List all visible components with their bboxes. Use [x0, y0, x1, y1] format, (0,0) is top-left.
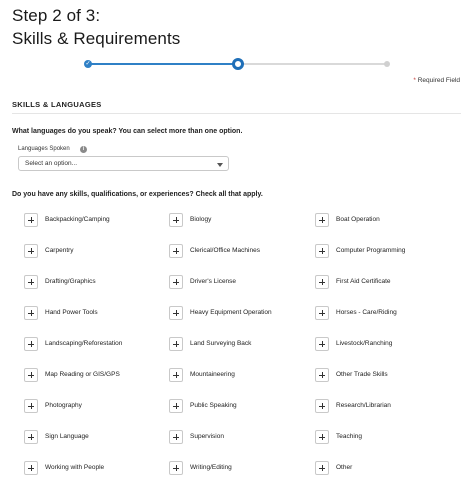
plus-icon[interactable] [315, 368, 329, 382]
plus-icon[interactable] [169, 275, 183, 289]
skill-option-label: Teaching [336, 433, 363, 440]
plus-icon[interactable] [169, 399, 183, 413]
plus-icon[interactable] [315, 430, 329, 444]
skill-option-label: Computer Programming [336, 247, 406, 254]
required-field-note: * Required Field [413, 77, 460, 84]
page-title: Step 2 of 3: Skills & Requirements [12, 4, 180, 50]
skill-option-label: Mountaineering [190, 371, 235, 378]
skill-option-label: Working with People [45, 464, 105, 471]
languages-select-placeholder: Select an option... [25, 160, 78, 167]
check-icon: ✓ [85, 61, 91, 67]
plus-icon[interactable] [169, 244, 183, 258]
step-indicator-text: Step 2 of 3: [12, 6, 101, 25]
skill-option-label: First Aid Certificate [336, 278, 391, 285]
plus-icon[interactable] [24, 368, 38, 382]
plus-icon[interactable] [24, 244, 38, 258]
skill-option-label: Land Surveying Back [190, 340, 252, 347]
skill-option-label: Photography [45, 402, 82, 409]
step-1-complete: ✓ [84, 60, 92, 68]
plus-icon[interactable] [315, 213, 329, 227]
plus-icon[interactable] [169, 213, 183, 227]
page-heading: Skills & Requirements [12, 29, 181, 48]
skill-option-label: Backpacking/Camping [45, 216, 110, 223]
plus-icon[interactable] [315, 461, 329, 475]
skill-option-label: Sign Language [45, 433, 89, 440]
plus-icon[interactable] [24, 306, 38, 320]
plus-icon[interactable] [24, 399, 38, 413]
skill-option-label: Public Speaking [190, 402, 237, 409]
skill-option-label: Heavy Equipment Operation [190, 309, 272, 316]
plus-icon[interactable] [315, 244, 329, 258]
skill-option-label: Writing/Editing [190, 464, 232, 471]
skill-option-label: Map Reading or GIS/GPS [45, 371, 120, 378]
skills-question: Do you have any skills, qualifications, … [12, 191, 263, 198]
plus-icon[interactable] [24, 430, 38, 444]
skill-option-label: Driver's License [190, 278, 237, 285]
plus-icon[interactable] [169, 306, 183, 320]
step-2-current [232, 58, 244, 70]
languages-label: Languages Spoken [18, 146, 70, 152]
plus-icon[interactable] [24, 213, 38, 227]
skill-option-label: Carpentry [45, 247, 74, 254]
plus-icon[interactable] [169, 430, 183, 444]
plus-icon[interactable] [315, 337, 329, 351]
plus-icon[interactable] [315, 306, 329, 320]
plus-icon[interactable] [169, 461, 183, 475]
languages-question: What languages do you speak? You can sel… [12, 128, 243, 135]
chevron-down-icon [217, 163, 223, 167]
skill-option-label: Hand Power Tools [45, 309, 98, 316]
plus-icon[interactable] [24, 275, 38, 289]
info-icon[interactable]: i [80, 146, 87, 153]
skill-option-label: Livestock/Ranching [336, 340, 393, 347]
skill-option-label: Landscaping/Reforestation [45, 340, 123, 347]
skill-option-label: Boat Operation [336, 216, 380, 223]
skill-option-label: Research/Librarian [336, 402, 391, 409]
plus-icon[interactable] [24, 461, 38, 475]
required-field-text: Required Field [417, 77, 460, 84]
skill-option-label: Other [336, 464, 353, 471]
plus-icon[interactable] [315, 275, 329, 289]
skill-option-label: Drafting/Graphics [45, 278, 96, 285]
plus-icon[interactable] [169, 368, 183, 382]
required-asterisk: * [413, 77, 416, 84]
step-3-upcoming [384, 61, 390, 67]
section-title: SKILLS & LANGUAGES [12, 100, 102, 109]
skill-option-label: Biology [190, 216, 212, 223]
languages-select[interactable]: Select an option... [18, 156, 229, 171]
stepper-progress-fill [88, 63, 237, 65]
skill-option-label: Supervision [190, 433, 224, 440]
plus-icon[interactable] [315, 399, 329, 413]
section-divider [12, 113, 461, 114]
skill-option-label: Clerical/Office Machines [190, 247, 260, 254]
skill-option-label: Horses - Care/Riding [336, 309, 397, 316]
skill-option-label: Other Trade Skills [336, 371, 388, 378]
plus-icon[interactable] [169, 337, 183, 351]
progress-stepper: ✓ [84, 58, 390, 70]
plus-icon[interactable] [24, 337, 38, 351]
